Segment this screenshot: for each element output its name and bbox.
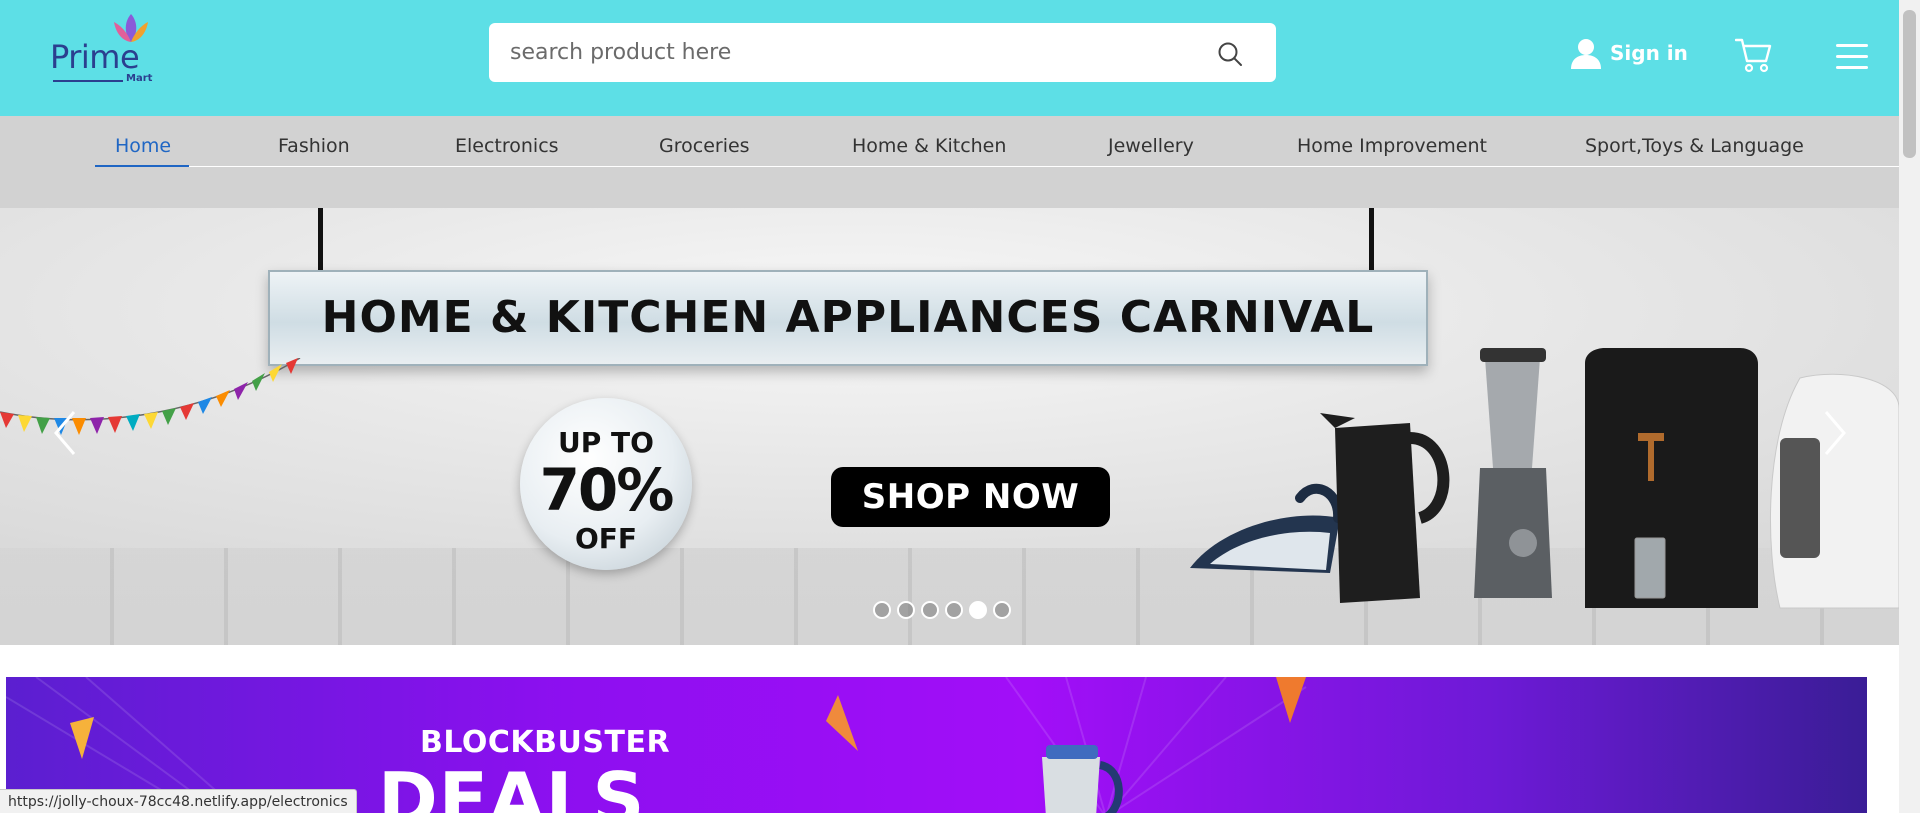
carousel-dot[interactable]: [897, 601, 915, 619]
brand-name: Prime: [50, 38, 140, 76]
user-icon: [1571, 39, 1601, 69]
shop-now-button[interactable]: SHOP NOW: [831, 467, 1110, 527]
badge-line2: 70%: [539, 456, 675, 524]
chevron-right-icon[interactable]: [1820, 408, 1850, 458]
status-bar-url: https://jolly-choux-78cc48.netlify.app/e…: [0, 789, 357, 813]
nav-item-home-improvement[interactable]: Home Improvement: [1297, 130, 1487, 162]
brand-underline: [53, 80, 123, 82]
header: Prime Mart Sign in: [0, 0, 1899, 116]
logo[interactable]: Prime Mart: [50, 12, 162, 88]
carousel-dot[interactable]: [873, 601, 891, 619]
carousel-dot[interactable]: [945, 601, 963, 619]
nav-item-home-kitchen[interactable]: Home & Kitchen: [852, 130, 1006, 162]
deals-title-line2: DEALS: [378, 757, 646, 813]
search-input[interactable]: [489, 23, 1210, 82]
badge-line3: OFF: [574, 522, 638, 555]
carousel-dot[interactable]: [993, 601, 1011, 619]
nav-item-sport-toys[interactable]: Sport,Toys & Language: [1585, 130, 1804, 162]
nav-item-groceries[interactable]: Groceries: [659, 130, 750, 162]
search-icon[interactable]: [1217, 41, 1243, 67]
appliances-image: [1190, 348, 1899, 609]
sign-in-button[interactable]: Sign in: [1570, 36, 1688, 70]
hero-carousel[interactable]: HOME & KITCHEN APPLIANCES CARNIVAL UP TO: [0, 208, 1899, 645]
search-box: [489, 23, 1276, 82]
bunting-flags-icon: [0, 358, 301, 435]
page: Prime Mart Sign in: [0, 0, 1899, 813]
category-nav: Home Fashion Electronics Groceries Home …: [0, 116, 1899, 208]
nav-item-jewellery[interactable]: Jewellery: [1108, 130, 1194, 162]
badge-line1: UP TO: [558, 426, 654, 459]
carousel-dot-active[interactable]: [969, 601, 987, 619]
nav-divider: [95, 166, 1899, 167]
brand-sub: Mart: [126, 73, 153, 84]
cart-icon[interactable]: [1735, 37, 1773, 73]
carousel-dot[interactable]: [921, 601, 939, 619]
discount-badge: UP TO 70% OFF: [520, 398, 692, 570]
sign-in-label: Sign in: [1610, 41, 1688, 65]
nav-item-home[interactable]: Home: [115, 130, 171, 162]
nav-item-fashion[interactable]: Fashion: [278, 130, 350, 162]
hamburger-menu-icon[interactable]: [1836, 44, 1868, 70]
carousel-dots: [873, 601, 1011, 619]
nav-active-indicator: [95, 165, 189, 167]
deals-title-line1: BLOCKBUSTER: [420, 725, 671, 760]
nav-item-electronics[interactable]: Electronics: [455, 130, 559, 162]
vertical-scrollbar[interactable]: [1899, 0, 1920, 813]
chevron-left-icon[interactable]: [50, 408, 80, 458]
scrollbar-thumb[interactable]: [1903, 10, 1916, 158]
